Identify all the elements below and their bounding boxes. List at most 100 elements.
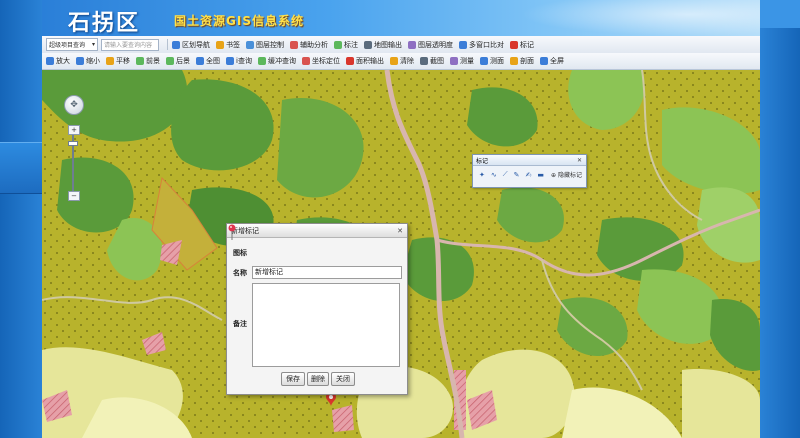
layers-icon [246,40,254,49]
maptool-buffer-button[interactable]: 缓冲查询 [257,56,296,66]
toolbar-window-button[interactable]: 多窗口比对 [459,40,504,50]
left-blue-band [0,142,42,194]
mark-note-textarea[interactable] [252,283,400,367]
close-icon[interactable]: ✕ [576,157,583,164]
district-title: 石拐区 [68,11,141,36]
maptool-measure-button[interactable]: 测量 [449,56,474,66]
maptool-flag-button[interactable]: 面积输出 [345,56,384,66]
point-tool-icon[interactable]: ✦ [479,171,485,179]
note-label: 备注 [233,320,247,328]
maptool-item-label: 平移 [116,57,130,65]
maptool-zoom-in-button[interactable]: 放大 [46,56,70,66]
pen-tool-icon[interactable]: ✎ [514,171,520,179]
zoom-out-button[interactable]: − [68,191,80,201]
opacity-icon [408,40,416,49]
mark-panel-title: 标记 [476,157,489,165]
app-header: 石拐区 国土资源GIS信息系统 [42,0,760,36]
query-layer-select[interactable]: 超级项目查询 ▾ [46,38,98,51]
zoom-out-icon [76,57,84,65]
toolbar-item-label: 标记 [520,40,534,49]
fullscreen-icon [539,57,548,65]
toolbar-star-button[interactable]: 书签 [216,40,240,50]
maptool-info-button[interactable]: i查询 [226,56,252,66]
search-input[interactable]: 请输入要查询内容 [101,38,159,51]
map-canvas[interactable]: ✥ + − 标记 ✕ ✦ ∿ ⟋ ✎ ✍ ▬ ⊕ 隐藏标记 新增标记 ✕ 图标 … [42,70,760,438]
maptool-item-label: 后景 [176,57,190,65]
toolbar-item-label: 标注 [344,40,358,49]
toolbar-item-label: 辅助分析 [300,40,328,49]
maptool-pan-button[interactable]: 平移 [106,56,130,66]
map-tools-items: 放大 缩小 平移 前景 后景 全图 i查询 缓冲查询 坐标定位 面积输出 清除 截图 测量 测面 剖面 全屏 [42,56,570,66]
maptool-item-label: i查询 [236,57,252,65]
hide-mark-toggle[interactable]: ⊕ 隐藏标记 [551,170,582,179]
zoom-in-button[interactable]: + [68,125,80,135]
delete-button[interactable]: 删除 [307,372,329,386]
mark-panel: 标记 ✕ ✦ ∿ ⟋ ✎ ✍ ▬ ⊕ 隐藏标记 [472,154,587,188]
map-navigation-control: ✥ + − [64,95,90,201]
mark-name-input[interactable]: 新增标记 [252,266,402,279]
profile-icon [509,57,518,65]
measure-icon [449,57,458,65]
gis-app-window: 石拐区 国土资源GIS信息系统 超级项目查询 ▾ 请输入要查询内容 区划导航 书签… [42,0,760,438]
rect-tool-icon[interactable]: ▬ [537,171,544,179]
system-title: 国土资源GIS信息系统 [174,14,304,28]
close-button[interactable]: 关闭 [331,372,355,386]
maptool-item-label: 面积输出 [355,57,384,65]
toolbar-item-label: 书签 [226,40,240,49]
toolbar-pin-button[interactable]: 标记 [510,40,534,50]
maptool-item-label: 缩小 [86,57,100,65]
close-icon[interactable]: ✕ [397,227,403,235]
maptool-area-button[interactable]: 测面 [479,56,504,66]
right-background-frame [760,0,800,438]
print-icon [364,40,372,49]
maptool-item-label: 放大 [56,57,70,65]
toolbar-item-label: 多窗口比对 [469,40,504,49]
toolbar-item-label: 图层控制 [256,40,284,49]
toolbar-compass-button[interactable]: 区划导航 [172,40,210,50]
dialog-header: 新增标记 ✕ [227,224,407,238]
zoom-slider-knob[interactable] [68,141,78,146]
polyline-tool-icon[interactable]: ⟋ [503,170,508,179]
maptool-forward-button[interactable]: 后景 [166,56,190,66]
screenshot-icon [419,57,428,65]
locate-icon [301,57,310,65]
maptool-back-button[interactable]: 前景 [136,56,160,66]
pan-icon [106,57,114,65]
flag-icon [345,57,354,65]
zoom-in-icon [46,57,54,65]
right-blue-band [760,0,800,28]
toolbar-chart-button[interactable]: 辅助分析 [290,40,328,50]
maptool-item-label: 剖面 [519,57,534,65]
maptool-fullscreen-button[interactable]: 全屏 [539,56,564,66]
toolbar-print-button[interactable]: 地图输出 [364,40,402,50]
chart-icon [290,40,298,49]
maptool-screenshot-button[interactable]: 截图 [419,56,444,66]
maptool-clear-button[interactable]: 清除 [389,56,414,66]
text-tool-icon[interactable]: ✍ [526,171,532,179]
name-label: 名称 [233,269,247,277]
maptool-item-label: 坐标定位 [311,57,340,65]
maptool-profile-button[interactable]: 剖面 [509,56,534,66]
toolbar-layers-button[interactable]: 图层控制 [246,40,284,50]
clear-icon [389,57,398,65]
line-tool-icon[interactable]: ∿ [491,171,497,179]
mark-panel-header: 标记 ✕ [473,155,586,166]
mark-tools: ✦ ∿ ⟋ ✎ ✍ ▬ ⊕ 隐藏标记 [473,166,586,179]
new-mark-dialog: 新增标记 ✕ 图标 名称 新增标记 备注 保存 删除 关闭 [226,223,408,395]
maptool-locate-button[interactable]: 坐标定位 [301,56,340,66]
zoom-slider[interactable] [68,135,78,191]
chevron-down-icon: ▾ [91,41,95,48]
maptool-globe-button[interactable]: 全图 [196,56,220,66]
maptool-item-label: 缓冲查询 [267,57,296,65]
globe-icon [196,57,204,65]
toolbar-opacity-button[interactable]: 图层透明度 [408,40,453,50]
toolbar-tag-button[interactable]: 标注 [334,40,358,50]
star-icon [216,40,224,49]
pan-control-icon[interactable]: ✥ [64,95,84,115]
save-button[interactable]: 保存 [281,372,305,386]
window-icon [459,40,467,49]
icon-label: 图标 [233,249,247,257]
tag-icon [334,40,342,49]
maptool-zoom-out-button[interactable]: 缩小 [76,56,100,66]
map-pin-icon[interactable] [227,224,237,240]
